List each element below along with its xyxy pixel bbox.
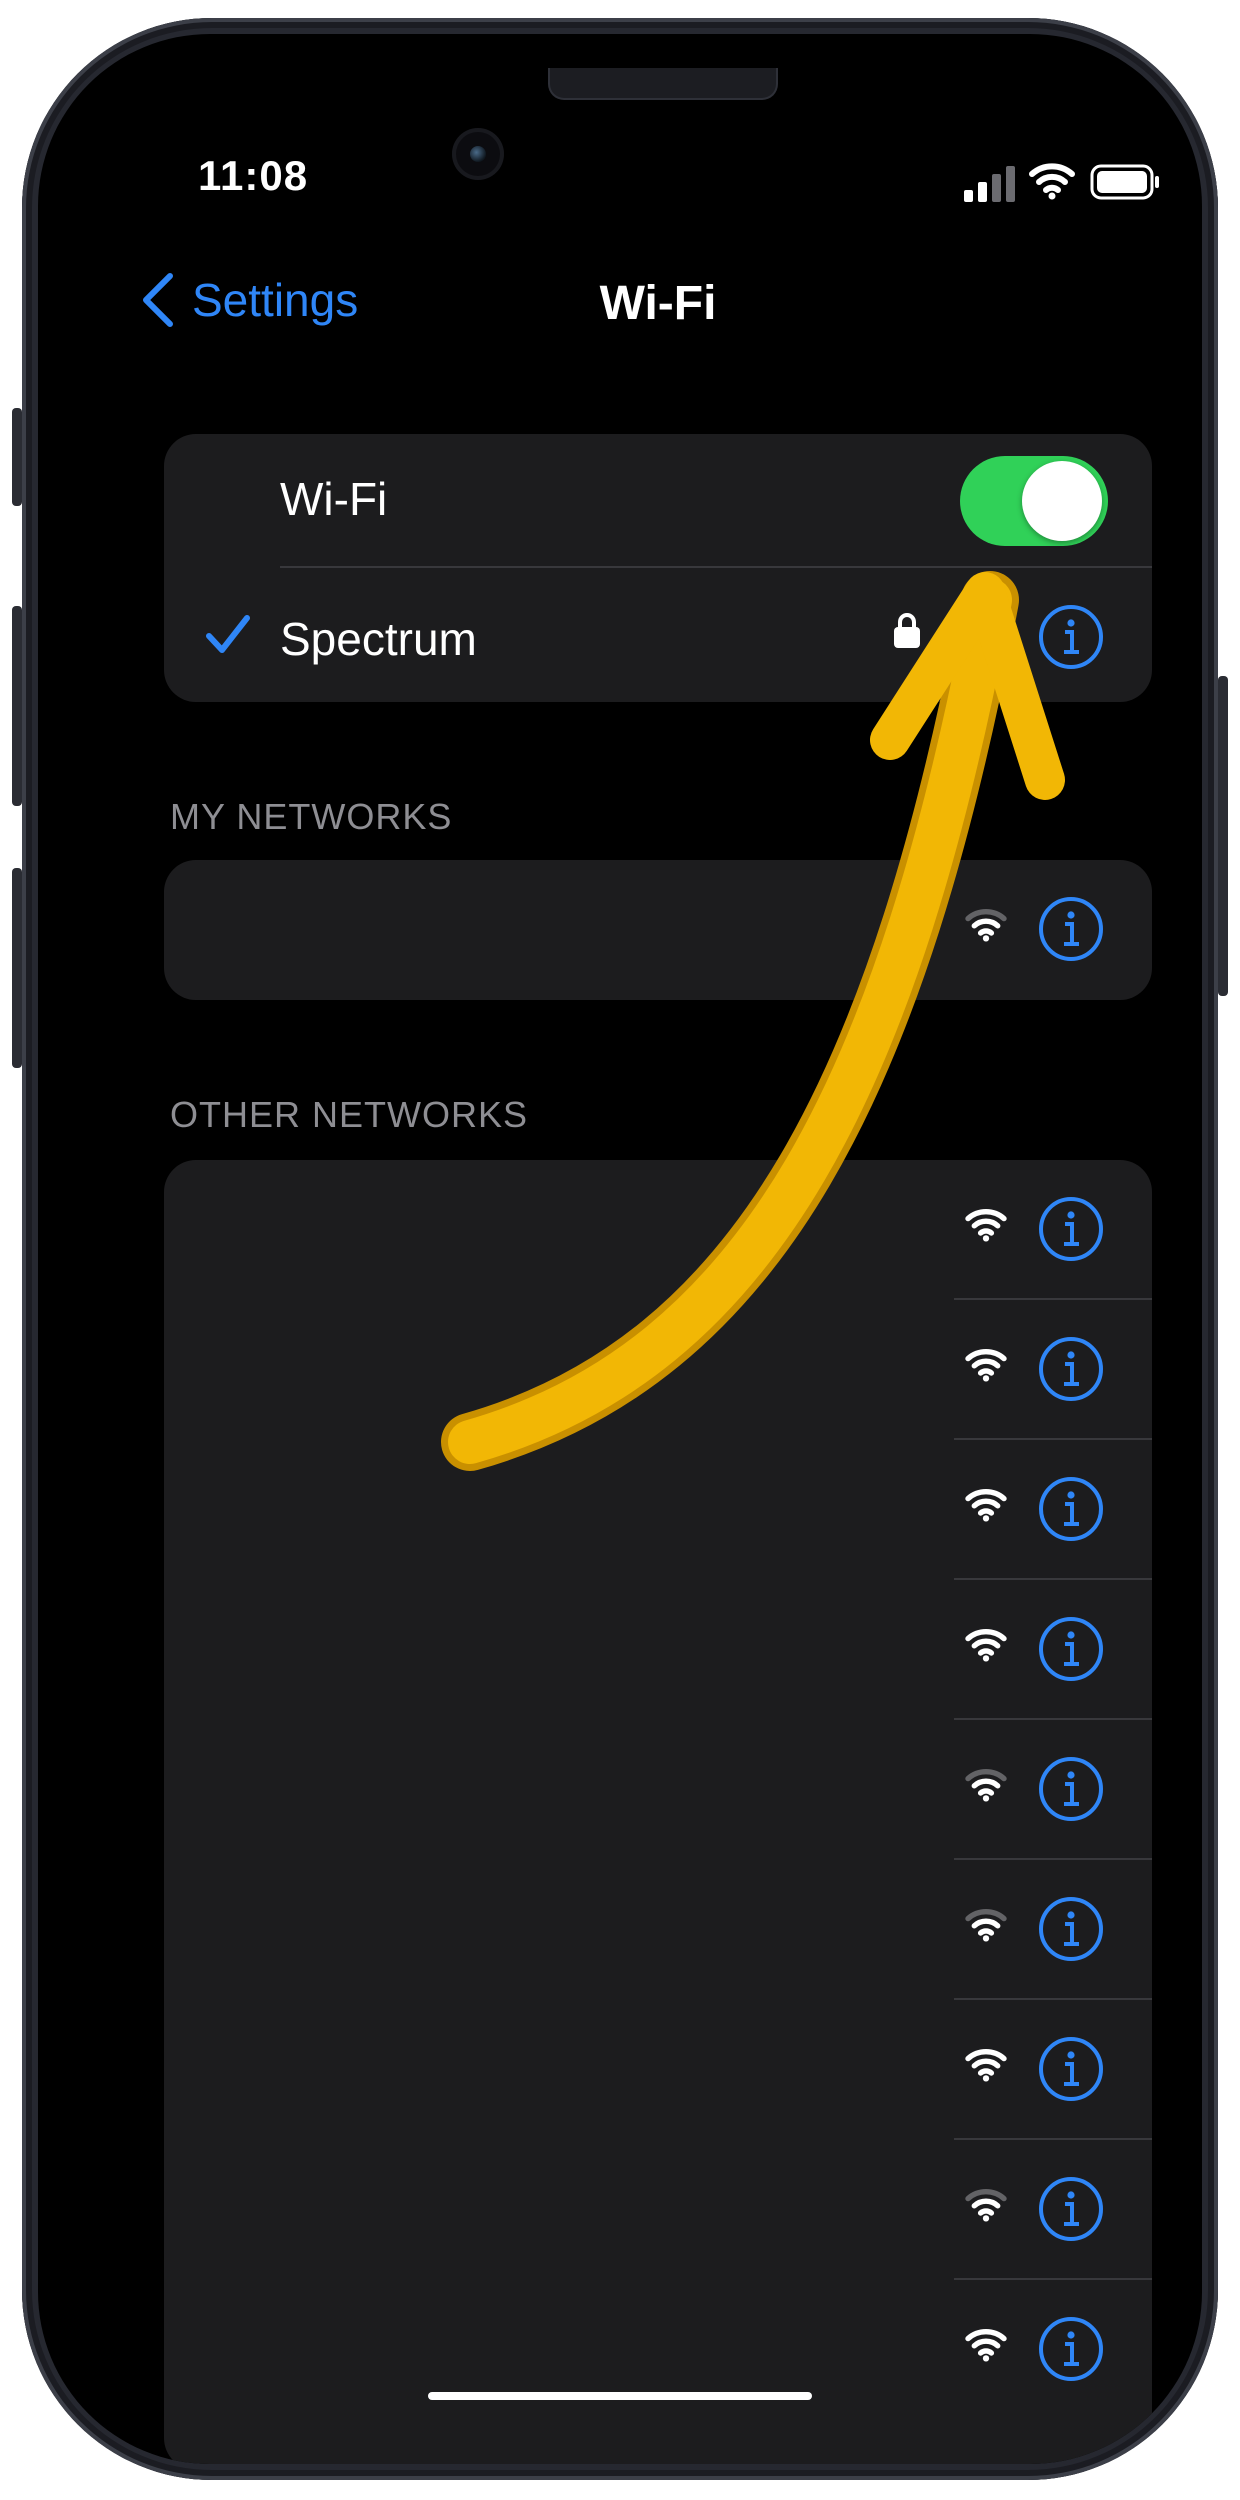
wifi-toggle[interactable]	[960, 456, 1108, 546]
lock-icon	[894, 905, 920, 940]
front-camera	[452, 128, 504, 180]
wifi-signal-icon	[965, 2049, 1007, 2082]
volume-down-button	[12, 868, 22, 1068]
speaker-grille	[548, 68, 778, 100]
network-row[interactable]	[164, 1160, 1152, 1300]
network-row[interactable]	[164, 1440, 1152, 1580]
my-networks-header: MY NETWORKS	[170, 796, 453, 837]
wifi-group: Wi-Fi Spectrum	[164, 434, 1152, 702]
page-title: Wi-Fi	[599, 277, 717, 330]
wifi-signal-icon	[965, 617, 1007, 650]
action-button	[12, 408, 22, 506]
wifi-signal-icon	[965, 2189, 1007, 2222]
network-row[interactable]	[164, 2000, 1152, 2140]
info-icon[interactable]	[1038, 1756, 1104, 1822]
info-icon[interactable]	[1038, 896, 1104, 962]
toggle-knob	[1022, 461, 1102, 541]
lock-icon	[894, 613, 920, 648]
info-icon[interactable]	[1038, 1336, 1104, 1402]
wifi-toggle-row: Wi-Fi	[164, 434, 1152, 574]
info-icon[interactable]	[1038, 2316, 1104, 2382]
info-icon[interactable]	[1038, 1616, 1104, 1682]
wifi-signal-icon	[965, 909, 1007, 942]
power-button	[1218, 676, 1228, 996]
network-row[interactable]	[164, 1580, 1152, 1720]
back-button-label: Settings	[192, 274, 359, 326]
info-icon[interactable]	[1038, 1196, 1104, 1262]
wifi-icon	[1029, 163, 1075, 200]
signal-bars-icon	[964, 166, 1015, 202]
wifi-signal-icon	[965, 1909, 1007, 1942]
battery-icon	[1090, 164, 1159, 200]
wifi-toggle-label: Wi-Fi	[280, 473, 388, 525]
info-icon[interactable]	[1038, 2176, 1104, 2242]
connected-network-name: Spectrum	[280, 613, 477, 665]
wifi-signal-icon	[965, 1349, 1007, 1382]
network-row[interactable]	[164, 1860, 1152, 2000]
status-icons	[962, 160, 1162, 204]
info-icon[interactable]	[1038, 1476, 1104, 1542]
network-row[interactable]	[164, 860, 1152, 1000]
chevron-left-icon	[143, 273, 173, 327]
info-icon[interactable]	[1038, 604, 1104, 670]
network-row[interactable]	[164, 1300, 1152, 1440]
other-networks-header: OTHER NETWORKS	[170, 1094, 529, 1135]
info-icon[interactable]	[1038, 2036, 1104, 2102]
checkmark-icon	[206, 615, 250, 653]
wifi-signal-icon	[965, 1489, 1007, 1522]
network-row[interactable]	[164, 1720, 1152, 1860]
network-row[interactable]	[164, 2140, 1152, 2280]
other-networks-group	[164, 1160, 1152, 2464]
wifi-signal-icon	[965, 1209, 1007, 1242]
wifi-signal-icon	[965, 1629, 1007, 1662]
wifi-signal-icon	[965, 1769, 1007, 1802]
my-networks-group	[164, 860, 1152, 1000]
wifi-signal-icon	[965, 2329, 1007, 2362]
volume-up-button	[12, 606, 22, 806]
connected-network-row[interactable]: Spectrum	[164, 568, 1152, 702]
info-icon[interactable]	[1038, 1896, 1104, 1962]
status-time: 11:08	[198, 152, 309, 199]
home-indicator	[428, 2392, 812, 2400]
screen: 11:08 Settings Wi-Fi Wi-Fi Spectrum MY N…	[38, 34, 1202, 2464]
back-button[interactable]: Settings	[140, 272, 358, 328]
